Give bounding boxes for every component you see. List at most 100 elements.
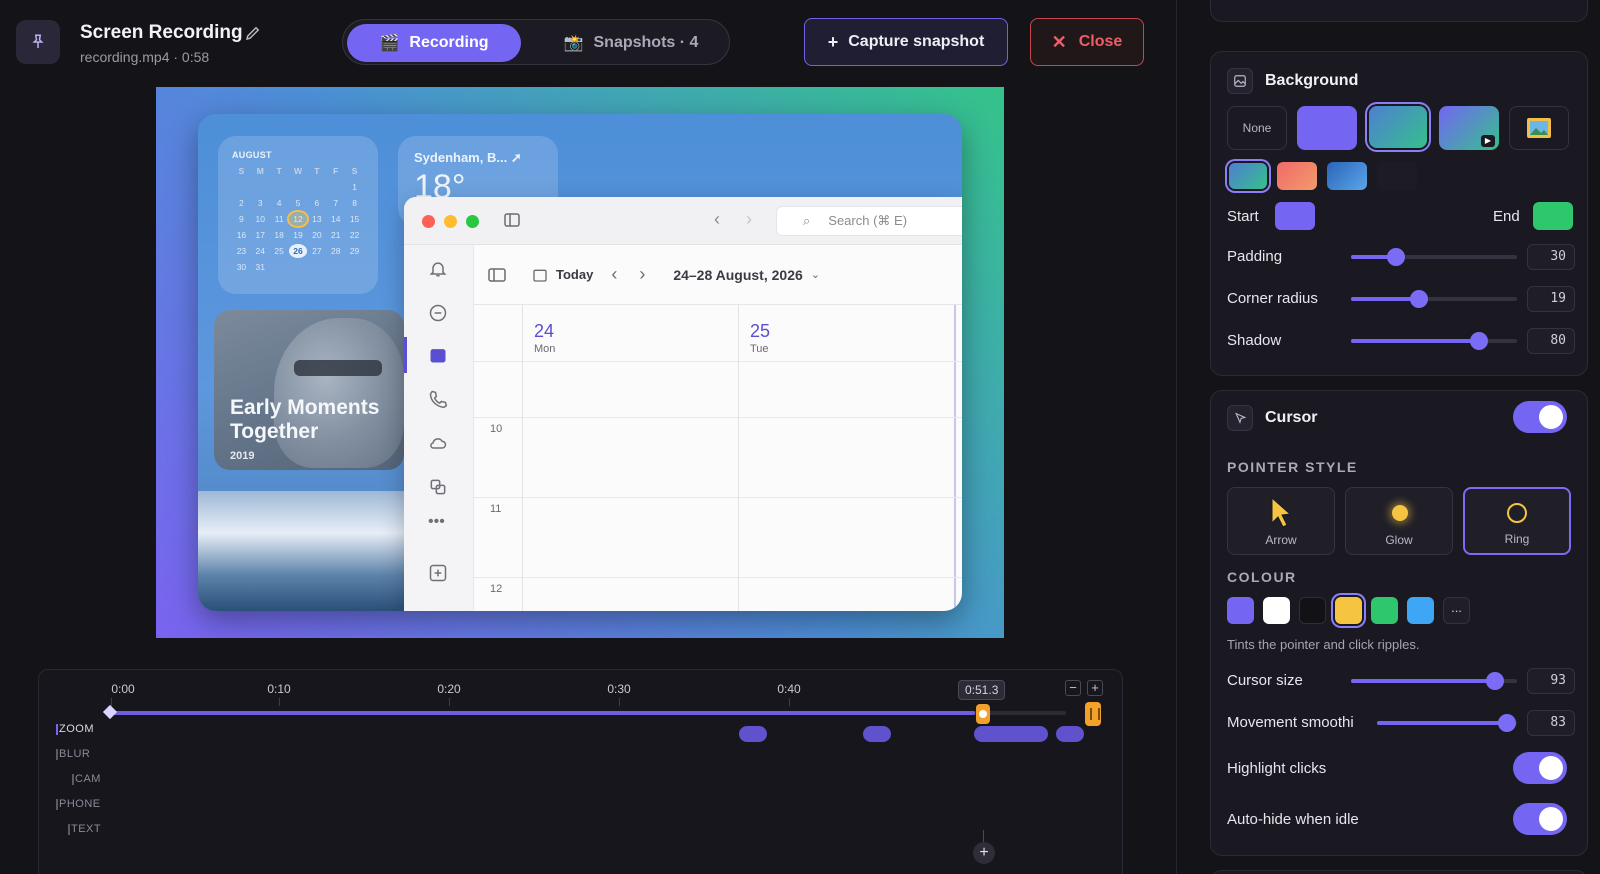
more-colours-label: ... (1451, 600, 1462, 615)
calendar-widget-month: AUGUST (232, 150, 272, 160)
time-tick: 0:20 (437, 682, 461, 696)
time-tick: 0:00 (111, 682, 135, 696)
calendar-day: 18 (274, 230, 284, 240)
gradient-start-color[interactable] (1275, 202, 1315, 230)
calendar-day: 30 (236, 262, 247, 272)
smoothing-value[interactable]: 83 (1527, 710, 1575, 736)
pointer-style-ring[interactable]: Ring (1463, 487, 1571, 555)
tab-snapshots-label: Snapshots · 4 (593, 34, 699, 51)
pointer-style-arrow[interactable]: Arrow (1227, 487, 1335, 555)
bg-solid-purple-option[interactable] (1297, 106, 1357, 150)
back-arrow-icon: ‹ (714, 209, 720, 229)
padding-slider[interactable] (1351, 248, 1517, 266)
chevron-down-icon: ⌄ (810, 269, 820, 281)
calendar-day: 24 (255, 246, 265, 256)
wallpaper-mountain (198, 491, 418, 611)
apps-icon (430, 479, 446, 495)
cursor-size-value[interactable]: 93 (1527, 668, 1575, 694)
playhead-handle[interactable] (976, 704, 990, 724)
calendar-weekday: W (293, 166, 302, 176)
hour-label: 11 (490, 503, 502, 515)
tab-snapshots[interactable]: 📸 Snapshots · 4 (539, 24, 723, 62)
lane-blur: BLUR (55, 748, 91, 760)
zoom-clip[interactable] (1056, 726, 1084, 742)
background-settings-card: Background None ▶ Start End Padding 30 C… (1210, 51, 1588, 376)
smoothing-slider[interactable] (1377, 714, 1517, 732)
recording-preview: AUGUST S M T W T F S 1 2 3 4 5 6 7 8 9 10 11 12 13 14 15 16 17 1… (156, 87, 1004, 638)
more-colours-button[interactable]: ... (1443, 597, 1470, 624)
trim-end-handle[interactable] (1085, 702, 1101, 726)
auto-hide-toggle[interactable] (1513, 803, 1567, 835)
weather-location: Sydenham, B... (414, 150, 508, 165)
today-label: Today (556, 267, 594, 282)
photo-sunglasses (294, 360, 382, 376)
rail-active-indicator (404, 337, 407, 373)
time-tick: 0:10 (267, 682, 291, 696)
pin-button[interactable] (16, 20, 60, 64)
corner-radius-value[interactable]: 19 (1527, 286, 1575, 312)
calendar-day: 12 (288, 212, 308, 226)
calendar-day: 9 (239, 214, 244, 224)
preset-ocean-gradient[interactable] (1327, 162, 1367, 190)
zoom-clip[interactable] (863, 726, 891, 742)
colour-black[interactable] (1299, 597, 1326, 624)
preset-coral-gradient[interactable] (1277, 162, 1317, 190)
padding-value[interactable]: 30 (1527, 244, 1575, 270)
picture-icon (1527, 118, 1551, 138)
bg-image-option[interactable] (1509, 106, 1569, 150)
photo-person (274, 318, 404, 468)
colour-yellow[interactable] (1335, 597, 1362, 624)
time-tick: 0:40 (777, 682, 801, 696)
bg-gradient-option[interactable] (1369, 106, 1427, 148)
close-button[interactable]: ✕ Close (1030, 18, 1144, 66)
calendar-weekday: T (314, 166, 320, 176)
colour-white[interactable] (1263, 597, 1290, 624)
sidebar-toggle-icon (504, 213, 520, 227)
pointer-style-glow[interactable]: Glow (1345, 487, 1453, 555)
photo-year: 2019 (230, 450, 255, 462)
day-name: Tue (750, 343, 769, 355)
preset-dark-gradient[interactable] (1377, 162, 1417, 190)
calendar-toolbar: Today ‹ › 24–28 August, 2026 ⌄ (474, 245, 962, 305)
capture-snapshot-button[interactable]: + Capture snapshot (804, 18, 1008, 66)
recorded-desktop: AUGUST S M T W T F S 1 2 3 4 5 6 7 8 9 10 11 12 13 14 15 16 17 1… (198, 114, 962, 611)
cursor-title: Cursor (1265, 409, 1318, 426)
colour-purple[interactable] (1227, 597, 1254, 624)
gradient-end-color[interactable] (1533, 202, 1573, 230)
calendar-day: 2 (239, 198, 244, 208)
bg-animated-gradient-option[interactable]: ▶ (1439, 106, 1499, 150)
zoom-in-button[interactable]: + (1087, 680, 1103, 696)
tab-recording[interactable]: 🎬 Recording (347, 24, 521, 62)
add-track-button[interactable]: + (973, 842, 995, 864)
calendar-widget: AUGUST S M T W T F S 1 2 3 4 5 6 7 8 9 10 11 12 13 14 15 16 17 1… (218, 136, 378, 294)
corner-radius-slider[interactable] (1351, 290, 1517, 308)
cursor-enabled-toggle[interactable] (1513, 401, 1567, 433)
calendar-day (251, 180, 270, 194)
arrow-cursor-icon (1271, 496, 1292, 528)
colour-green[interactable] (1371, 597, 1398, 624)
calendar-day: 4 (276, 198, 282, 208)
zoom-out-button[interactable]: − (1065, 680, 1081, 696)
app-search-field: ⌕ Search (⌘ E) (776, 206, 962, 236)
cursor-size-slider[interactable] (1351, 672, 1517, 690)
calendar-day: 27 (312, 246, 322, 256)
day-number: 24 (534, 321, 555, 341)
cursor-settings-card: Cursor POINTER STYLE Arrow Glow Ring COL… (1210, 390, 1588, 856)
highlight-clicks-toggle[interactable] (1513, 752, 1567, 784)
shadow-value[interactable]: 80 (1527, 328, 1575, 354)
pointer-icon (1227, 405, 1253, 431)
app-sidebar-rail: ••• (404, 245, 474, 611)
lane-phone: PHONE (56, 798, 101, 810)
calendar-weekday: F (333, 166, 339, 176)
preset-teal-gradient[interactable] (1229, 163, 1267, 189)
colour-blue[interactable] (1407, 597, 1434, 624)
pointer-style-arrow-label: Arrow (1265, 533, 1297, 547)
calendar-day: 21 (330, 230, 341, 240)
start-marker[interactable] (102, 704, 118, 720)
app-search-placeholder: Search (⌘ E) (828, 213, 908, 228)
zoom-clip[interactable] (974, 726, 1048, 742)
zoom-clip[interactable] (739, 726, 767, 742)
bg-none-option[interactable]: None (1227, 106, 1287, 150)
shadow-slider[interactable] (1351, 332, 1517, 350)
edit-pencil-icon[interactable] (244, 24, 262, 42)
